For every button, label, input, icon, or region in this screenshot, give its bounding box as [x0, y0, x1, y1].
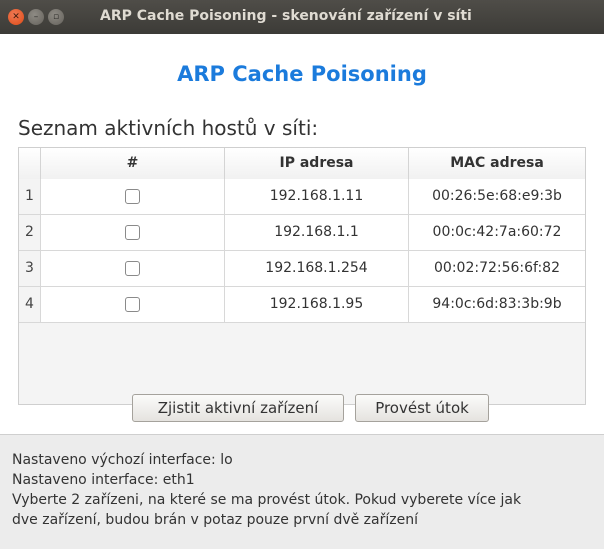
table-row[interactable]: 1 192.168.1.11 00:26:5e:68:e9:3b	[19, 179, 585, 215]
hosts-table: # IP adresa MAC adresa 1 192.168.1.11 00…	[18, 147, 586, 405]
column-header-ip[interactable]: IP adresa	[225, 148, 409, 179]
log-line: Nastaveno interface: eth1	[12, 472, 195, 488]
title-bar: ✕ – ▫ ARP Cache Poisoning - skenování za…	[0, 0, 604, 34]
attack-button[interactable]: Provést útok	[355, 394, 489, 422]
maximize-icon[interactable]: ▫	[48, 9, 64, 25]
table-header: # IP adresa MAC adresa	[19, 148, 585, 180]
mac-cell: 94:0c:6d:83:3b:9b	[432, 296, 562, 312]
window-controls: ✕ – ▫	[8, 9, 64, 25]
ip-cell: 192.168.1.254	[225, 251, 409, 286]
ip-cell: 192.168.1.1	[225, 215, 409, 250]
row-number: 3	[19, 251, 41, 286]
mac-cell: 00:0c:42:7a:60:72	[432, 224, 562, 240]
ip-cell: 192.168.1.95	[225, 287, 409, 322]
page-title: ARP Cache Poisoning	[177, 62, 427, 86]
select-cell	[41, 215, 225, 250]
mac-cell: 00:02:72:56:6f:82	[434, 260, 560, 276]
row-number-header	[19, 148, 41, 179]
log-line: Nastaveno výchozí interface: lo	[12, 452, 233, 468]
main-panel: ARP Cache Poisoning Seznam aktivních hos…	[0, 34, 604, 434]
minimize-icon[interactable]: –	[28, 9, 44, 25]
app-window: ✕ – ▫ ARP Cache Poisoning - skenování za…	[0, 0, 604, 549]
hosts-list-label: Seznam aktivních hostů v síti:	[18, 116, 319, 140]
host-checkbox[interactable]	[125, 224, 140, 240]
host-checkbox[interactable]	[125, 296, 140, 312]
status-log: Nastaveno výchozí interface: lo Nastaven…	[0, 434, 604, 549]
row-number: 2	[19, 215, 41, 250]
scan-devices-button[interactable]: Zjistit aktivní zařízení	[132, 394, 344, 422]
column-header-mac[interactable]: MAC adresa	[409, 148, 585, 179]
column-header-select[interactable]: #	[41, 148, 225, 179]
mac-cell: 00:26:5e:68:e9:3b	[432, 188, 562, 204]
close-icon[interactable]: ✕	[8, 9, 24, 25]
row-number: 1	[19, 179, 41, 214]
window-title: ARP Cache Poisoning - skenování zařízení…	[100, 8, 472, 24]
table-row[interactable]: 4 192.168.1.95 94:0c:6d:83:3b:9b	[19, 287, 585, 323]
table-row[interactable]: 3 192.168.1.254 00:02:72:56:6f:82	[19, 251, 585, 287]
select-cell	[41, 251, 225, 286]
ip-cell: 192.168.1.11	[225, 179, 409, 214]
host-checkbox[interactable]	[125, 188, 140, 204]
log-line: dve zařízení, budou brán v potaz pouze p…	[12, 512, 418, 528]
table-row[interactable]: 2 192.168.1.1 00:0c:42:7a:60:72	[19, 215, 585, 251]
select-cell	[41, 179, 225, 214]
host-checkbox[interactable]	[125, 260, 140, 276]
log-line: Vyberte 2 zařízeni, na které se ma prové…	[12, 492, 522, 508]
row-number: 4	[19, 287, 41, 322]
select-cell	[41, 287, 225, 322]
